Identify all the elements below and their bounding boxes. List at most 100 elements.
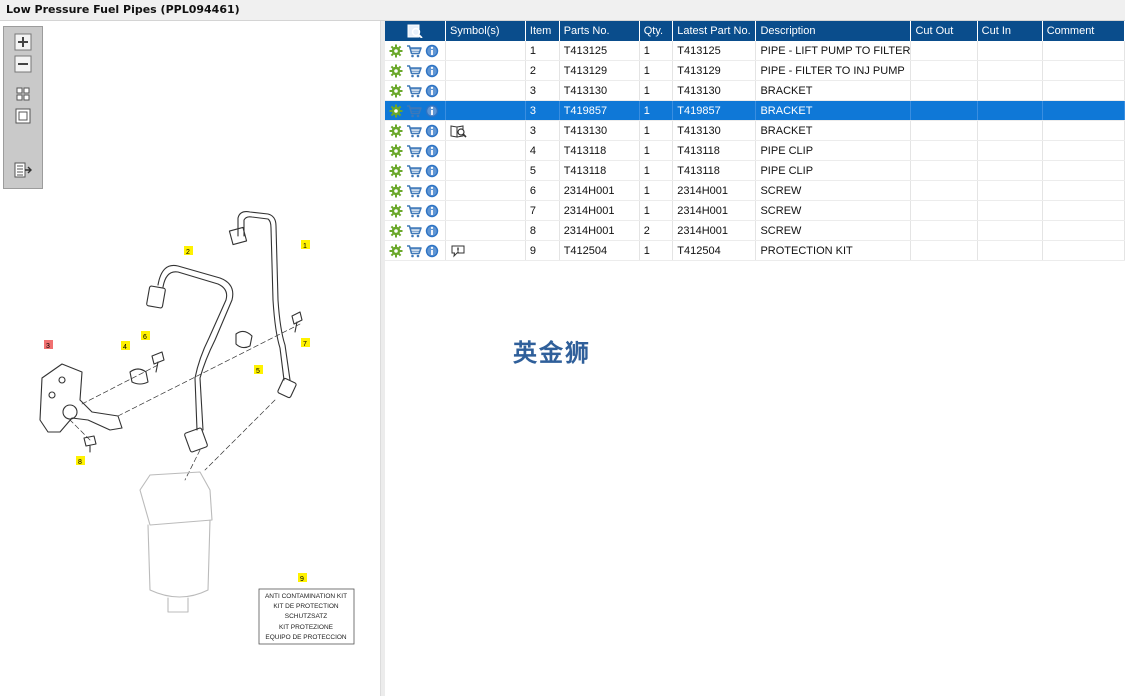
column-header-cut-out[interactable]: Cut Out — [910, 21, 978, 41]
cart-icon[interactable] — [406, 84, 422, 98]
cell-cut-in — [977, 200, 1043, 221]
info-icon[interactable] — [425, 224, 439, 238]
cell-latest-part-no: T412504 — [672, 240, 757, 261]
cell-symbol — [445, 100, 526, 121]
column-header-parts-no[interactable]: Parts No. — [559, 21, 640, 41]
table-row[interactable]: 4 T413118 1 T413118 PIPE CLIP — [385, 140, 1125, 161]
cell-cut-out — [910, 220, 978, 241]
callout-6[interactable]: 6 — [143, 334, 147, 341]
cell-comment — [1042, 120, 1125, 141]
table-row[interactable]: 1 T413125 1 T413125 PIPE - LIFT PUMP TO FILT… — [385, 41, 1125, 61]
list-export-button[interactable] — [14, 161, 32, 179]
exploded-diagram[interactable]: 1 2 3 4 5 6 7 8 9 ANTI CONTAMINATION KIT… — [0, 21, 380, 696]
row-actions — [385, 220, 446, 241]
callout-7[interactable]: 7 — [303, 341, 307, 348]
callout-3[interactable]: 3 — [46, 343, 50, 350]
cell-description: BRACKET — [755, 120, 912, 141]
cell-symbol — [445, 120, 526, 141]
table-row[interactable]: 8 2314H001 2 2314H001 SCREW — [385, 220, 1125, 241]
gear-icon[interactable] — [389, 164, 403, 178]
column-header-symbols[interactable]: Symbol(s) — [445, 21, 526, 41]
callout-5[interactable]: 5 — [256, 368, 260, 375]
gear-icon[interactable] — [389, 224, 403, 238]
cart-icon[interactable] — [406, 64, 422, 78]
cart-icon[interactable] — [406, 204, 422, 218]
callout-9[interactable]: 9 — [300, 576, 304, 583]
row-actions — [385, 60, 446, 81]
comment-icon[interactable] — [450, 244, 466, 258]
info-icon[interactable] — [425, 84, 439, 98]
gear-icon[interactable] — [389, 124, 403, 138]
info-icon[interactable] — [425, 244, 439, 258]
table-row[interactable]: 6 2314H001 1 2314H001 SCREW — [385, 180, 1125, 201]
fit-all-button[interactable] — [14, 85, 32, 103]
zoom-out-button[interactable] — [14, 55, 32, 73]
table-row[interactable]: 9 T412504 1 T412504 PROTECTION KIT — [385, 240, 1125, 261]
cart-icon[interactable] — [406, 244, 422, 258]
cell-item: 2 — [525, 60, 560, 81]
cell-latest-part-no: T413130 — [672, 120, 757, 141]
row-actions — [385, 140, 446, 161]
gear-icon[interactable] — [389, 44, 403, 58]
column-header-comment[interactable]: Comment — [1042, 21, 1125, 41]
zoom-in-button[interactable] — [14, 33, 32, 51]
watermark-text: 英金狮 — [513, 339, 591, 367]
column-header-description[interactable]: Description — [755, 21, 912, 41]
table-row[interactable]: 3 T413130 1 T413130 BRACKET — [385, 80, 1125, 101]
gear-icon[interactable] — [389, 64, 403, 78]
table-row[interactable]: 3 T419857 1 T419857 BRACKET — [385, 100, 1125, 121]
column-header-latest-part-no[interactable]: Latest Part No. — [672, 21, 757, 41]
parts-list-pane: Symbol(s) Item Parts No. Qty. Latest Par… — [385, 21, 1125, 696]
gear-icon[interactable] — [389, 204, 403, 218]
cell-symbol — [445, 140, 526, 161]
table-row[interactable]: 3 T413130 1 T413130 BRACKET — [385, 120, 1125, 141]
callout-8[interactable]: 8 — [78, 459, 82, 466]
info-icon[interactable] — [425, 144, 439, 158]
book-search-icon[interactable] — [450, 124, 468, 138]
gear-icon[interactable] — [389, 84, 403, 98]
gear-icon[interactable] — [389, 244, 403, 258]
table-row[interactable]: 5 T413118 1 T413118 PIPE CLIP — [385, 160, 1125, 181]
column-header-cut-in[interactable]: Cut In — [977, 21, 1043, 41]
table-header-row: Symbol(s) Item Parts No. Qty. Latest Par… — [385, 21, 1125, 41]
gear-icon[interactable] — [389, 104, 403, 118]
cell-cut-in — [977, 60, 1043, 81]
gear-icon[interactable] — [389, 184, 403, 198]
info-icon[interactable] — [425, 104, 439, 118]
callout-4[interactable]: 4 — [123, 344, 127, 351]
cart-icon[interactable] — [406, 44, 422, 58]
cell-symbol — [445, 200, 526, 221]
cell-latest-part-no: 2314H001 — [672, 220, 757, 241]
info-icon[interactable] — [425, 184, 439, 198]
info-icon[interactable] — [425, 64, 439, 78]
cart-icon[interactable] — [406, 144, 422, 158]
info-icon[interactable] — [425, 164, 439, 178]
row-actions — [385, 200, 446, 221]
info-icon[interactable] — [425, 124, 439, 138]
cart-icon[interactable] — [406, 164, 422, 178]
cell-parts-no: 2314H001 — [559, 220, 640, 241]
cart-icon[interactable] — [406, 124, 422, 138]
cell-item: 6 — [525, 180, 560, 201]
table-row[interactable]: 2 T413129 1 T413129 PIPE - FILTER TO INJ PUM… — [385, 60, 1125, 81]
cart-icon[interactable] — [406, 104, 422, 118]
cell-item: 3 — [525, 80, 560, 101]
info-icon[interactable] — [425, 204, 439, 218]
column-header-qty[interactable]: Qty. — [639, 21, 674, 41]
cell-comment — [1042, 80, 1125, 101]
cart-icon[interactable] — [406, 184, 422, 198]
table-row[interactable]: 7 2314H001 1 2314H001 SCREW — [385, 200, 1125, 221]
cell-comment — [1042, 160, 1125, 181]
column-header-item[interactable]: Item — [525, 21, 560, 41]
callout-1[interactable]: 1 — [303, 243, 307, 250]
cart-icon[interactable] — [406, 224, 422, 238]
callout-2[interactable]: 2 — [186, 249, 190, 256]
gear-icon[interactable] — [389, 144, 403, 158]
cell-cut-out — [910, 120, 978, 141]
cell-cut-out — [910, 80, 978, 101]
screw-8 — [83, 435, 97, 453]
fit-window-button[interactable] — [14, 107, 32, 125]
info-icon[interactable] — [425, 44, 439, 58]
column-header-search[interactable] — [385, 21, 446, 41]
cell-description: PROTECTION KIT — [755, 240, 912, 261]
